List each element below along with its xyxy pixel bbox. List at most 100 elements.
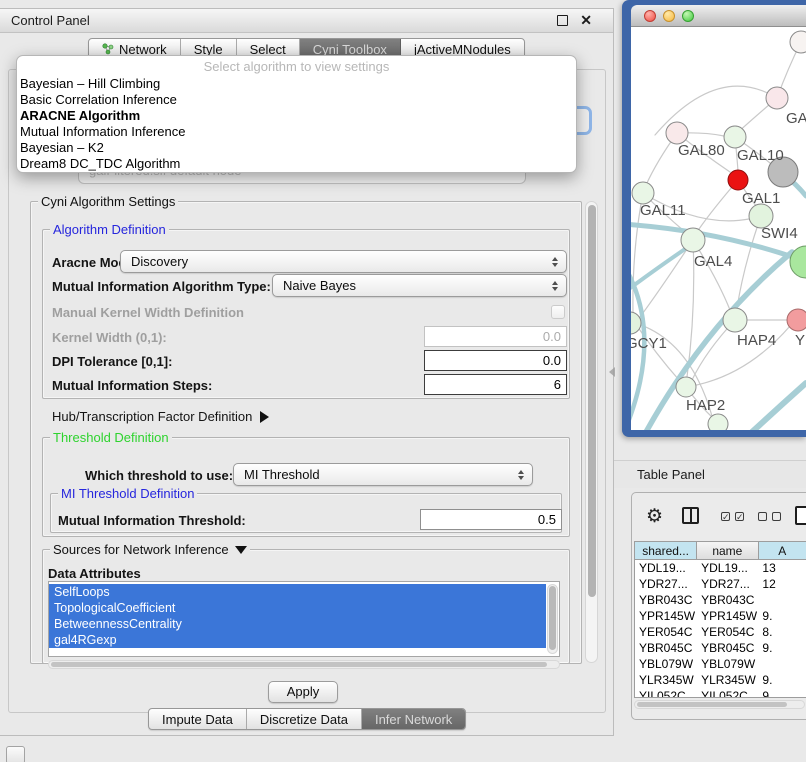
bottom-tab-discretize-data[interactable]: Discretize Data [247, 709, 362, 729]
attribute-item-gal4rgexp[interactable]: gal4RGexp [49, 632, 546, 648]
table-cell: YDL19... [635, 560, 697, 576]
node-label-y: Y [795, 332, 805, 349]
deselect-all-columns-icon2[interactable] [772, 512, 781, 521]
list-horizontal-scrollbar[interactable] [48, 660, 560, 669]
combo-arrows-icon [518, 470, 524, 480]
algorithm-option-basic-correlation-inference[interactable]: Basic Correlation Inference [17, 92, 576, 108]
network-edge[interactable] [640, 240, 693, 317]
table-row[interactable]: YBR045CYBR045C9. [635, 640, 806, 656]
network-node[interactable] [708, 414, 728, 430]
table-panel-title: Table Panel [637, 467, 705, 482]
table-cell: YDL19... [697, 560, 758, 576]
node-table[interactable]: shared...nameA YDL19...YDL19...13YDR27..… [634, 541, 806, 698]
network-node[interactable] [724, 126, 746, 148]
which-threshold-label: Which threshold to use: [85, 468, 233, 483]
network-edge-thick[interactable] [752, 383, 806, 430]
kernel-width-field[interactable]: 0.0 [424, 326, 567, 347]
table-row[interactable]: YDR27...YDR27...12 [635, 576, 806, 592]
network-node[interactable] [676, 377, 696, 397]
table-row[interactable]: YPR145WYPR145W9. [635, 608, 806, 624]
node-label-gal1: GAL1 [742, 190, 780, 207]
screen: Control Panel ✕ NetworkStyleSelectCyni T… [0, 0, 806, 762]
algorithm-option-aracne-algorithm[interactable]: ARACNE Algorithm [17, 108, 576, 124]
deselect-all-columns-icon[interactable] [758, 512, 767, 521]
mi-threshold-label: Mutual Information Threshold: [58, 513, 246, 528]
network-edge-thick[interactable] [631, 247, 688, 294]
settings-scrollbar-thumb[interactable] [588, 205, 596, 597]
network-node[interactable] [666, 122, 688, 144]
mi-steps-label: Mutual Information Steps: [52, 378, 212, 393]
control-panel-titlebar: Control Panel ✕ [0, 9, 613, 33]
mi-threshold-field[interactable]: 0.5 [420, 509, 562, 530]
node-label-hap2: HAP2 [686, 397, 725, 414]
table-row[interactable]: YER054CYER054C8. [635, 624, 806, 640]
bottom-left-mini-button[interactable] [6, 746, 25, 762]
table-row[interactable]: YBR043CYBR043C [635, 592, 806, 608]
data-attributes-list[interactable]: SelfLoopsTopologicalCoefficientBetweenne… [48, 581, 560, 657]
table-row[interactable]: YLR345WYLR345W9. [635, 672, 806, 688]
network-node[interactable] [631, 312, 641, 334]
algorithm-option-bayesian-k2[interactable]: Bayesian – K2 [17, 140, 576, 156]
table-row[interactable]: YIL052CYIL052C9. [635, 688, 806, 698]
apply-button[interactable]: Apply [268, 681, 338, 703]
bottom-tab-infer-network[interactable]: Infer Network [362, 709, 465, 729]
attribute-item-selfloops[interactable]: SelfLoops [49, 584, 546, 600]
algorithm-option-dream8-dc-tdc-algorithm[interactable]: Dream8 DC_TDC Algorithm [17, 156, 576, 172]
collapsed-arrow-icon [260, 411, 269, 423]
network-node[interactable] [790, 31, 806, 53]
zoom-window-icon[interactable] [682, 10, 694, 22]
attribute-item-topologicalcoefficient[interactable]: TopologicalCoefficient [49, 600, 546, 616]
hide-panel-arrow-icon[interactable] [609, 367, 615, 377]
table-cell: YBL079W [635, 656, 697, 672]
sources-disclosure[interactable]: Sources for Network Inference [50, 542, 250, 557]
network-node[interactable] [681, 228, 705, 252]
bottom-tab-impute-data[interactable]: Impute Data [149, 709, 247, 729]
network-graph: GALGAL80GAL10GAL1GAL11SWI4GAL4GCY1HAP4YH… [631, 27, 806, 430]
cyni-algorithm-settings-title: Cyni Algorithm Settings [38, 194, 178, 209]
columns-icon[interactable] [682, 507, 699, 524]
table-cell: YLR345W [635, 672, 697, 688]
algorithm-dropdown-popup: Select algorithm to view settings Bayesi… [16, 55, 577, 173]
network-node[interactable] [766, 87, 788, 109]
table-cell [758, 656, 806, 672]
node-label-swi4: SWI4 [761, 225, 798, 242]
settings-vertical-scrollbar[interactable] [585, 201, 598, 663]
select-all-columns-icon2[interactable]: ✓ [735, 512, 744, 521]
table-row[interactable]: YBL079WYBL079W [635, 656, 806, 672]
table-header-row: shared...nameA [635, 542, 806, 560]
close-window-icon[interactable] [644, 10, 656, 22]
document-icon[interactable] [795, 506, 806, 525]
manual-kernel-width-checkbox[interactable] [551, 305, 565, 319]
mi-algorithm-type-combobox[interactable]: Naive Bayes [272, 274, 567, 297]
minimize-window-icon[interactable] [663, 10, 675, 22]
gear-icon[interactable]: ⚙ [646, 505, 663, 528]
table-row[interactable]: YDL19...YDL19...13 [635, 560, 806, 576]
network-node[interactable] [723, 308, 747, 332]
network-canvas[interactable]: GALGAL80GAL10GAL1GAL11SWI4GAL4GCY1HAP4YH… [631, 27, 806, 430]
float-panel-icon[interactable] [557, 15, 568, 26]
algorithm-dropdown-hint: Select algorithm to view settings [17, 59, 576, 76]
table-cell: YDR27... [635, 576, 697, 592]
hub-definition-disclosure[interactable]: Hub/Transcription Factor Definition [52, 409, 269, 424]
combo-arrows-icon [552, 281, 558, 291]
network-node[interactable] [728, 170, 748, 190]
mi-steps-field[interactable]: 6 [424, 374, 567, 395]
aracne-mode-combobox[interactable]: Discovery [120, 250, 567, 273]
which-threshold-combobox[interactable]: MI Threshold [233, 463, 533, 486]
dpi-tolerance-field[interactable]: 0.0 [424, 350, 567, 371]
table-horizontal-scrollbar[interactable] [634, 700, 805, 709]
tab-label: Discretize Data [260, 712, 348, 727]
column-header-a[interactable]: A [759, 542, 806, 559]
attribute-item-betweennesscentrality[interactable]: BetweennessCentrality [49, 616, 546, 632]
network-node[interactable] [787, 309, 806, 331]
algorithm-option-bayesian-hill-climbing[interactable]: Bayesian – Hill Climbing [17, 76, 576, 92]
column-header-shared-[interactable]: shared... [635, 542, 697, 559]
algorithm-option-mutual-information-inference[interactable]: Mutual Information Inference [17, 124, 576, 140]
network-window-titlebar[interactable] [631, 5, 806, 27]
network-node[interactable] [632, 182, 654, 204]
close-panel-icon[interactable]: ✕ [580, 15, 592, 26]
select-all-columns-icon[interactable]: ✓ [721, 512, 730, 521]
table-cell: YBR045C [635, 640, 697, 656]
list-vertical-scrollbar[interactable] [547, 584, 558, 654]
column-header-name[interactable]: name [697, 542, 758, 559]
